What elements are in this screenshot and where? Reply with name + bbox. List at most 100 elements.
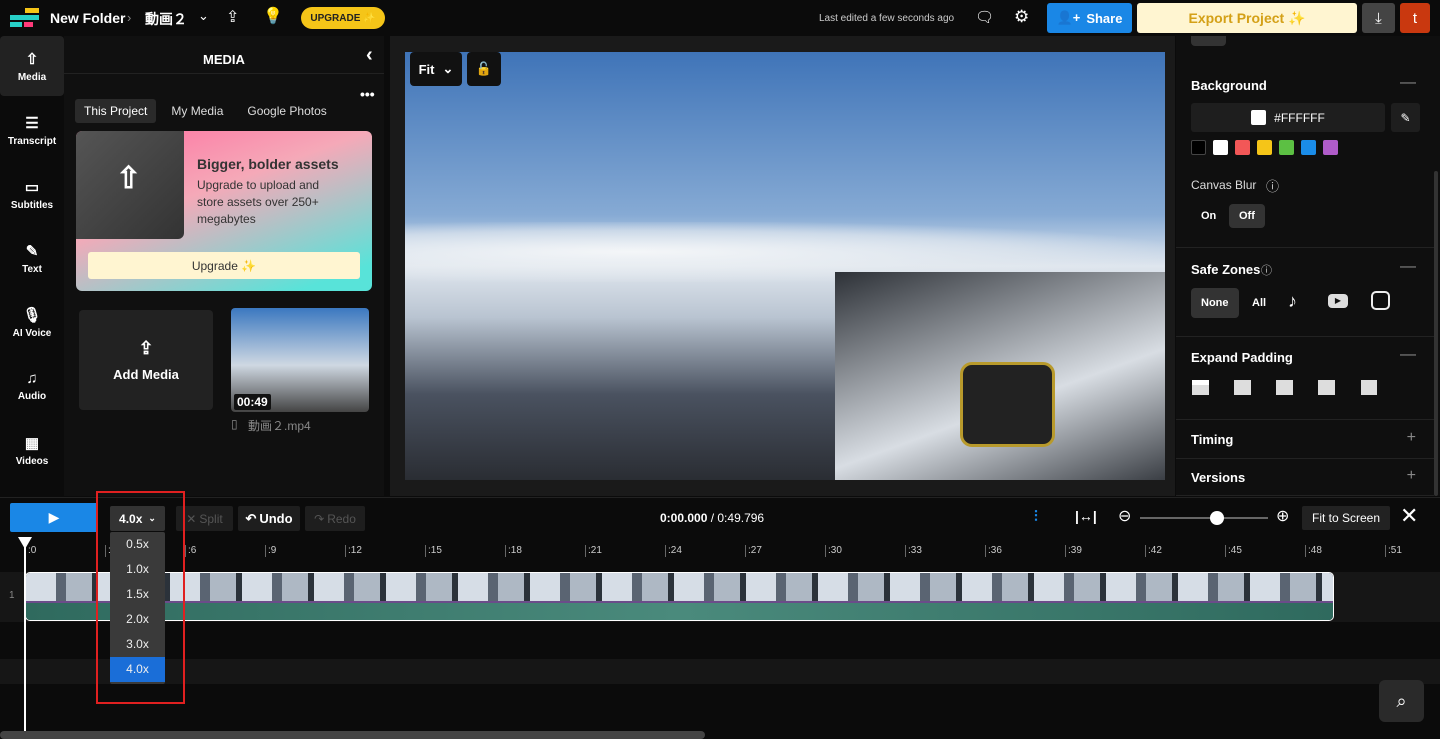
undo-button[interactable]: ↶ Undo <box>238 506 300 531</box>
pad-left-icon[interactable] <box>1318 380 1335 395</box>
fit-dropdown[interactable]: Fit ⌄ <box>410 52 462 86</box>
tiktok-icon[interactable]: ♪ <box>1288 291 1297 312</box>
collapse-icon[interactable]: — <box>1400 258 1416 276</box>
expand-icon[interactable]: + <box>1407 467 1416 485</box>
avatar[interactable]: t <box>1400 3 1430 33</box>
share-button[interactable]: 👤+ Share <box>1047 3 1132 33</box>
pad-bottom-icon[interactable] <box>1276 380 1293 395</box>
color-swatch[interactable] <box>1213 140 1228 155</box>
collapse-icon[interactable]: — <box>1400 346 1416 364</box>
play-button[interactable]: ▶ <box>10 503 98 532</box>
expand-icon[interactable]: + <box>1407 429 1416 447</box>
file-name: 動画２.mp4 <box>248 419 311 433</box>
canvas-blur-off[interactable]: Off <box>1229 204 1265 228</box>
export-project-button[interactable]: Export Project ✨ <box>1137 3 1357 33</box>
collapse-panel-icon[interactable]: ‹ <box>366 44 373 67</box>
snap-icon[interactable]: ⫶ <box>1034 508 1038 525</box>
safe-zone-all[interactable]: All <box>1248 288 1270 318</box>
fit-label: Fit <box>418 61 435 77</box>
color-swatch[interactable] <box>1323 140 1338 155</box>
media-panel: MEDIA ‹ ••• This Project My Media Google… <box>64 36 384 496</box>
transcript-icon: ☰ <box>25 114 39 132</box>
close-icon[interactable]: ✕ <box>1400 503 1418 529</box>
background-color-input[interactable]: #FFFFFF <box>1191 103 1385 132</box>
lightbulb-icon[interactable]: 💡 <box>263 6 283 26</box>
zoom-slider-handle[interactable] <box>1209 511 1224 525</box>
pad-top-icon[interactable] <box>1192 380 1209 395</box>
help-icon[interactable]: ⓘ <box>1266 176 1279 195</box>
time-display: 0:00.000 / 0:49.796 <box>660 511 764 525</box>
panel-title: MEDIA <box>203 52 245 67</box>
canvas-blur-on[interactable]: On <box>1191 204 1226 228</box>
sidebar-item-label: Videos <box>15 455 49 467</box>
youtube-icon[interactable]: ▶ <box>1328 294 1348 308</box>
upgrade-button[interactable]: Upgrade ✨ <box>88 252 360 279</box>
sidebar-item-text[interactable]: ✎ Text <box>0 228 64 288</box>
add-media-label: Add Media <box>113 367 179 382</box>
project-name[interactable]: 動画２ <box>145 9 187 29</box>
properties-panel: Background — #FFFFFF ✎ Canvas Blur ⓘ On O… <box>1176 36 1440 496</box>
expand-padding-title: Expand Padding <box>1191 350 1293 365</box>
promo-text: Upgrade to upload and store assets over … <box>197 178 320 226</box>
fit-to-screen-button[interactable]: Fit to Screen <box>1302 506 1390 530</box>
pad-right-icon[interactable] <box>1234 380 1251 395</box>
app-logo[interactable] <box>10 8 42 28</box>
zoom-out-icon[interactable]: ⊖ <box>1118 506 1131 526</box>
timing-section[interactable]: Timing + <box>1176 421 1434 459</box>
add-media-button[interactable]: ⇪ Add Media <box>79 310 213 410</box>
color-swatch[interactable] <box>1279 140 1294 155</box>
total-time: / 0:49.796 <box>710 511 765 525</box>
sidebar-item-ai-voice[interactable]: 🎙 AI Voice <box>0 292 64 352</box>
video-clip[interactable] <box>25 572 1334 621</box>
sidebar-item-transcript[interactable]: ☰ Transcript <box>0 100 64 160</box>
gear-icon[interactable]: ⚙ <box>1014 7 1029 27</box>
color-swatch[interactable] <box>1301 140 1316 155</box>
tab-google-photos[interactable]: Google Photos <box>238 99 335 123</box>
upload-icon[interactable]: ⇪ <box>226 7 239 27</box>
breadcrumb-chevron-icon: › <box>127 10 132 25</box>
zoom-slider[interactable] <box>1140 511 1268 525</box>
ruler-tick: :30 <box>825 545 842 557</box>
unlock-icon[interactable]: 🔓 <box>467 52 501 86</box>
sidebar-item-videos[interactable]: ▦ Videos <box>0 420 64 480</box>
versions-section[interactable]: Versions + <box>1176 460 1434 496</box>
color-swatch[interactable] <box>1191 140 1206 155</box>
sidebar-item-subtitles[interactable]: ▭ Subtitles <box>0 164 64 224</box>
tab-this-project[interactable]: This Project <box>75 99 157 123</box>
eyedropper-icon[interactable]: ✎ <box>1391 103 1420 132</box>
video-preview[interactable] <box>405 52 1165 480</box>
comment-icon[interactable]: 🗨 <box>975 8 994 26</box>
redo-button[interactable]: ↷ Redo <box>305 506 365 531</box>
search-icon[interactable]: ⌕ <box>1379 680 1424 722</box>
playhead-handle[interactable] <box>18 537 32 549</box>
upgrade-button[interactable]: UPGRADE ✨ <box>301 7 385 29</box>
sidebar-item-audio[interactable]: ♫ Audio <box>0 356 64 416</box>
color-swatch[interactable] <box>1235 140 1250 155</box>
promo-title: Bigger, bolder assets <box>197 156 339 172</box>
sidebar-item-media[interactable]: ⇧ Media <box>0 36 64 96</box>
chevron-down-icon: ⌄ <box>442 61 454 76</box>
background-title: Background <box>1191 78 1267 93</box>
help-icon[interactable]: ⓘ <box>1261 262 1272 278</box>
upload-icon: ⇧ <box>116 162 142 195</box>
breadcrumb-folder[interactable]: New Folder <box>50 10 125 26</box>
collapse-icon[interactable]: — <box>1400 74 1416 92</box>
color-swatches <box>1191 140 1345 155</box>
playhead[interactable] <box>24 540 26 739</box>
tab-my-media[interactable]: My Media <box>162 99 232 123</box>
zoom-in-icon[interactable]: ⊕ <box>1276 506 1289 526</box>
text-edit-icon: ✎ <box>25 242 39 260</box>
color-swatch[interactable] <box>1257 140 1272 155</box>
safe-zone-none[interactable]: None <box>1191 288 1239 318</box>
scrollbar[interactable] <box>1434 171 1438 496</box>
instagram-icon[interactable] <box>1371 291 1390 310</box>
media-thumbnail[interactable]: 00:49 <box>231 308 369 412</box>
horizontal-scrollbar[interactable] <box>0 731 705 739</box>
chevron-down-icon[interactable]: ⌄ <box>198 8 209 24</box>
more-options-icon[interactable]: ••• <box>360 86 375 102</box>
redo-label: Redo <box>327 511 356 526</box>
download-icon[interactable]: ⤓ <box>1362 3 1395 33</box>
pad-all-icon[interactable] <box>1361 380 1377 395</box>
sidebar-item-label: Subtitles <box>10 199 54 211</box>
fit-width-icon[interactable]: |↔| <box>1075 508 1097 524</box>
